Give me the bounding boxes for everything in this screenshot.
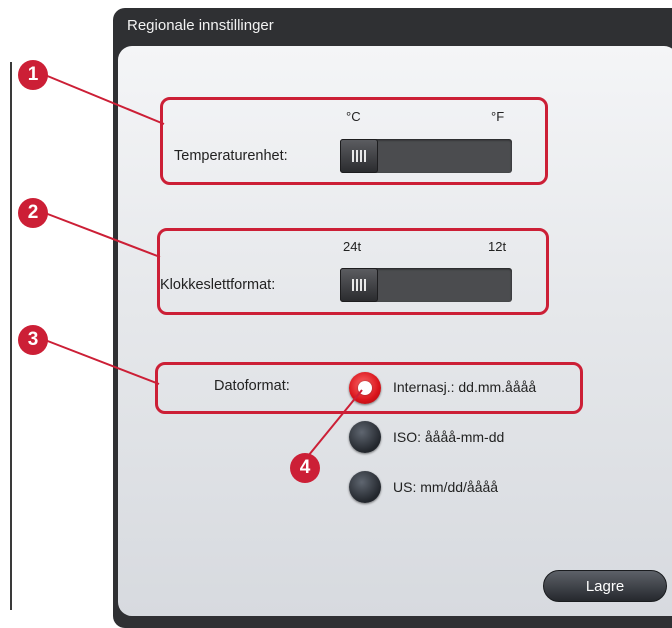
callout-marker-1: 1 bbox=[18, 60, 48, 90]
dialog-title: Regionale innstillinger bbox=[127, 17, 274, 34]
date-format-option-iso[interactable]: ISO: åååå-mm-dd bbox=[393, 429, 504, 445]
callout-box-clock bbox=[157, 228, 549, 315]
date-format-radio-iso[interactable] bbox=[349, 421, 381, 453]
callout-box-temperature bbox=[160, 97, 548, 185]
callout-marker-3: 3 bbox=[18, 325, 48, 355]
callout-marker-4: 4 bbox=[290, 453, 320, 483]
callout-box-date bbox=[155, 362, 583, 414]
save-button[interactable]: Lagre bbox=[543, 570, 667, 602]
date-format-option-us[interactable]: US: mm/dd/åååå bbox=[393, 479, 498, 495]
callout-marker-2: 2 bbox=[18, 198, 48, 228]
page-left-rule bbox=[10, 62, 12, 610]
date-format-radio-us[interactable] bbox=[349, 471, 381, 503]
